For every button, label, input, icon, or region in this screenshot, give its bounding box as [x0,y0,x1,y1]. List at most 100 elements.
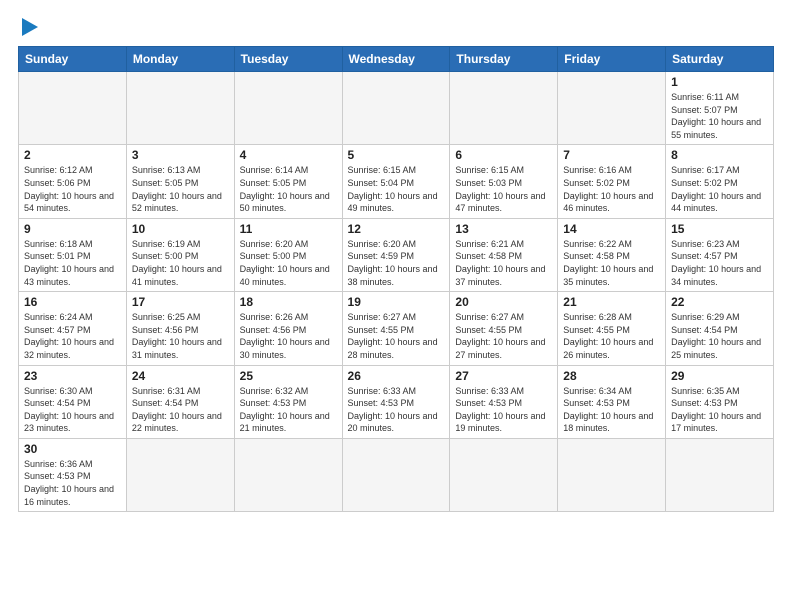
calendar-cell: 2 Sunrise: 6:12 AM Sunset: 5:06 PM Daylig… [19,145,127,218]
day-info: Sunrise: 6:12 AM Sunset: 5:06 PM Dayligh… [24,164,121,214]
calendar-cell [342,72,450,145]
calendar-cell: 30 Sunrise: 6:36 AM Sunset: 4:53 PM Dayli… [19,438,127,511]
day-number: 18 [240,295,337,309]
day-number: 3 [132,148,229,162]
day-info: Sunrise: 6:15 AM Sunset: 5:04 PM Dayligh… [348,164,445,214]
day-number: 19 [348,295,445,309]
day-number: 1 [671,75,768,89]
day-number: 5 [348,148,445,162]
day-number: 22 [671,295,768,309]
day-number: 29 [671,369,768,383]
week-row-5: 23 Sunrise: 6:30 AM Sunset: 4:54 PM Dayli… [19,365,774,438]
day-info: Sunrise: 6:17 AM Sunset: 5:02 PM Dayligh… [671,164,768,214]
week-row-4: 16 Sunrise: 6:24 AM Sunset: 4:57 PM Dayli… [19,292,774,365]
day-info: Sunrise: 6:19 AM Sunset: 5:00 PM Dayligh… [132,238,229,288]
weekday-header-row: SundayMondayTuesdayWednesdayThursdayFrid… [19,47,774,72]
calendar-cell [450,72,558,145]
day-number: 23 [24,369,121,383]
day-number: 9 [24,222,121,236]
weekday-header-monday: Monday [126,47,234,72]
day-number: 15 [671,222,768,236]
day-number: 28 [563,369,660,383]
calendar-cell [234,438,342,511]
day-number: 30 [24,442,121,456]
day-info: Sunrise: 6:34 AM Sunset: 4:53 PM Dayligh… [563,385,660,435]
day-info: Sunrise: 6:36 AM Sunset: 4:53 PM Dayligh… [24,458,121,508]
day-number: 14 [563,222,660,236]
calendar-cell: 26Sunrise: 6:33 AM Sunset: 4:53 PM Dayli… [342,365,450,438]
day-number: 11 [240,222,337,236]
calendar-cell: 16 Sunrise: 6:24 AM Sunset: 4:57 PM Dayli… [19,292,127,365]
calendar-cell: 6Sunrise: 6:15 AM Sunset: 5:03 PM Daylig… [450,145,558,218]
day-number: 17 [132,295,229,309]
day-info: Sunrise: 6:31 AM Sunset: 4:54 PM Dayligh… [132,385,229,435]
calendar-cell [19,72,127,145]
week-row-6: 30 Sunrise: 6:36 AM Sunset: 4:53 PM Dayli… [19,438,774,511]
header [18,18,774,36]
day-number: 24 [132,369,229,383]
day-info: Sunrise: 6:23 AM Sunset: 4:57 PM Dayligh… [671,238,768,288]
calendar-cell: 20 Sunrise: 6:27 AM Sunset: 4:55 PM Dayli… [450,292,558,365]
day-number: 12 [348,222,445,236]
calendar-cell: 10 Sunrise: 6:19 AM Sunset: 5:00 PM Dayli… [126,218,234,291]
day-info: Sunrise: 6:24 AM Sunset: 4:57 PM Dayligh… [24,311,121,361]
calendar-cell: 18 Sunrise: 6:26 AM Sunset: 4:56 PM Dayli… [234,292,342,365]
day-number: 7 [563,148,660,162]
calendar-cell: 23 Sunrise: 6:30 AM Sunset: 4:54 PM Dayli… [19,365,127,438]
weekday-header-saturday: Saturday [666,47,774,72]
calendar-cell: 14 Sunrise: 6:22 AM Sunset: 4:58 PM Dayli… [558,218,666,291]
calendar-cell: 11 Sunrise: 6:20 AM Sunset: 5:00 PM Dayli… [234,218,342,291]
calendar-cell: 24 Sunrise: 6:31 AM Sunset: 4:54 PM Dayli… [126,365,234,438]
calendar-cell: 5 Sunrise: 6:15 AM Sunset: 5:04 PM Daylig… [342,145,450,218]
day-info: Sunrise: 6:25 AM Sunset: 4:56 PM Dayligh… [132,311,229,361]
day-info: Sunrise: 6:13 AM Sunset: 5:05 PM Dayligh… [132,164,229,214]
day-info: Sunrise: 6:26 AM Sunset: 4:56 PM Dayligh… [240,311,337,361]
week-row-1: 1Sunrise: 6:11 AM Sunset: 5:07 PM Daylig… [19,72,774,145]
day-number: 6 [455,148,552,162]
day-info: Sunrise: 6:33 AM Sunset: 4:53 PM Dayligh… [455,385,552,435]
calendar-cell: 3 Sunrise: 6:13 AM Sunset: 5:05 PM Daylig… [126,145,234,218]
calendar-cell [126,72,234,145]
day-number: 20 [455,295,552,309]
day-number: 21 [563,295,660,309]
calendar-cell: 4Sunrise: 6:14 AM Sunset: 5:05 PM Daylig… [234,145,342,218]
day-info: Sunrise: 6:21 AM Sunset: 4:58 PM Dayligh… [455,238,552,288]
day-info: Sunrise: 6:14 AM Sunset: 5:05 PM Dayligh… [240,164,337,214]
calendar-cell: 1Sunrise: 6:11 AM Sunset: 5:07 PM Daylig… [666,72,774,145]
day-info: Sunrise: 6:28 AM Sunset: 4:55 PM Dayligh… [563,311,660,361]
day-info: Sunrise: 6:29 AM Sunset: 4:54 PM Dayligh… [671,311,768,361]
week-row-2: 2 Sunrise: 6:12 AM Sunset: 5:06 PM Daylig… [19,145,774,218]
day-number: 10 [132,222,229,236]
calendar-cell: 8 Sunrise: 6:17 AM Sunset: 5:02 PM Daylig… [666,145,774,218]
day-info: Sunrise: 6:18 AM Sunset: 5:01 PM Dayligh… [24,238,121,288]
calendar-cell: 13 Sunrise: 6:21 AM Sunset: 4:58 PM Dayli… [450,218,558,291]
day-info: Sunrise: 6:20 AM Sunset: 4:59 PM Dayligh… [348,238,445,288]
logo [18,18,38,36]
calendar-cell [450,438,558,511]
logo-triangle-icon [22,18,38,36]
calendar-cell: 9 Sunrise: 6:18 AM Sunset: 5:01 PM Daylig… [19,218,127,291]
calendar-cell: 22 Sunrise: 6:29 AM Sunset: 4:54 PM Dayli… [666,292,774,365]
day-number: 13 [455,222,552,236]
day-number: 16 [24,295,121,309]
weekday-header-tuesday: Tuesday [234,47,342,72]
calendar-cell [666,438,774,511]
day-info: Sunrise: 6:16 AM Sunset: 5:02 PM Dayligh… [563,164,660,214]
calendar-cell [342,438,450,511]
day-info: Sunrise: 6:30 AM Sunset: 4:54 PM Dayligh… [24,385,121,435]
day-info: Sunrise: 6:35 AM Sunset: 4:53 PM Dayligh… [671,385,768,435]
day-number: 25 [240,369,337,383]
day-info: Sunrise: 6:22 AM Sunset: 4:58 PM Dayligh… [563,238,660,288]
calendar-cell [558,72,666,145]
calendar-cell: 25Sunrise: 6:32 AM Sunset: 4:53 PM Dayli… [234,365,342,438]
day-info: Sunrise: 6:33 AM Sunset: 4:53 PM Dayligh… [348,385,445,435]
day-number: 27 [455,369,552,383]
calendar-cell: 29 Sunrise: 6:35 AM Sunset: 4:53 PM Dayli… [666,365,774,438]
day-info: Sunrise: 6:20 AM Sunset: 5:00 PM Dayligh… [240,238,337,288]
week-row-3: 9 Sunrise: 6:18 AM Sunset: 5:01 PM Daylig… [19,218,774,291]
calendar-cell: 7 Sunrise: 6:16 AM Sunset: 5:02 PM Daylig… [558,145,666,218]
day-info: Sunrise: 6:27 AM Sunset: 4:55 PM Dayligh… [455,311,552,361]
calendar-cell [558,438,666,511]
day-number: 2 [24,148,121,162]
day-number: 8 [671,148,768,162]
